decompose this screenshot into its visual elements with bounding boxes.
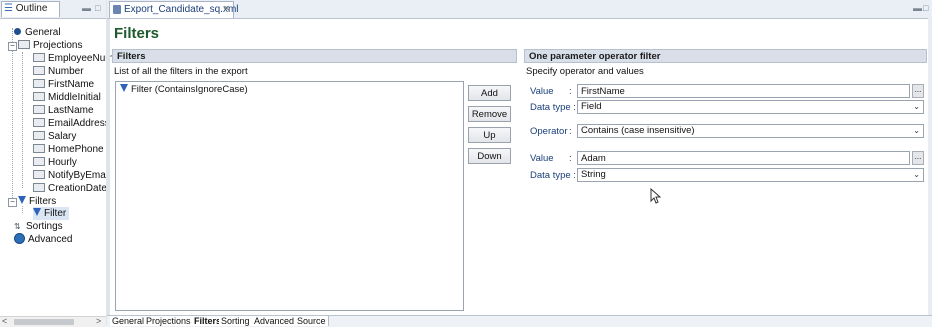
tree-line — [12, 28, 13, 206]
field-icon — [33, 65, 45, 75]
scroll-right-icon[interactable]: > — [96, 316, 101, 326]
value-field[interactable]: Adam — [577, 151, 910, 165]
tab-general[interactable]: General — [110, 316, 148, 326]
collapse-projections-icon[interactable]: − — [8, 42, 17, 51]
tree-item-sortings[interactable]: ⇅ Sortings — [14, 220, 63, 233]
editor-tab[interactable]: Export_Candidate_sq.xml ✕ — [109, 1, 239, 18]
field-icon — [33, 78, 45, 88]
chevron-down-icon: ⌄ — [913, 102, 920, 111]
tree-item-creationdate[interactable]: CreationDate — [33, 182, 107, 195]
tree-item-number[interactable]: Number — [33, 65, 84, 78]
operator-label: Operator — [530, 126, 568, 137]
field-icon — [33, 52, 45, 62]
field-icon — [33, 130, 45, 140]
value-field[interactable]: FirstName — [577, 84, 910, 98]
outline-horizontal-scrollbar[interactable]: < > — [0, 316, 106, 327]
field-icon — [33, 156, 45, 166]
value-label: Value — [530, 86, 554, 97]
outline-tab-bar: ☰ Outline ▬ □ — [0, 0, 106, 19]
editor-minimize-icon[interactable]: ▬ — [913, 3, 922, 13]
browse-value-button[interactable]: ... — [912, 151, 924, 165]
operator-filter-section-header: One parameter operator filter — [524, 49, 927, 63]
tree-item-advanced[interactable]: Advanced — [14, 232, 72, 246]
data-type-label: Data type : — [530, 102, 576, 113]
field-icon — [33, 143, 45, 153]
funnel-icon — [33, 208, 41, 217]
tree-item-firstname[interactable]: FirstName — [33, 78, 94, 91]
tree-item-general[interactable]: General — [14, 26, 61, 39]
globe-icon — [14, 232, 25, 244]
field-icon — [33, 169, 45, 179]
chevron-down-icon: ⌄ — [913, 126, 920, 135]
tree-item-projections[interactable]: Projections — [18, 39, 82, 52]
data-type-label: Data type : — [530, 170, 576, 181]
scrollbar-thumb[interactable] — [14, 319, 74, 325]
list-item[interactable]: Filter (ContainsIgnoreCase) — [120, 84, 248, 95]
colon-label: : — [569, 153, 572, 164]
xml-file-icon — [113, 5, 121, 14]
outline-icon: ☰ — [4, 3, 13, 14]
browse-value-button[interactable]: ... — [912, 84, 924, 98]
close-icon[interactable]: ✕ — [223, 4, 230, 13]
tree-item-salary[interactable]: Salary — [33, 130, 76, 143]
up-button[interactable]: Up — [468, 127, 511, 143]
editor-maximize-icon[interactable]: □ — [923, 3, 928, 13]
tree-item-hourly[interactable]: Hourly — [33, 156, 77, 169]
tab-advanced[interactable]: Advanced — [252, 316, 298, 326]
tree-item-notifybyemail[interactable]: NotifyByEmail — [33, 169, 110, 182]
field-icon — [33, 104, 45, 114]
editor-right-edge — [928, 18, 932, 315]
tree-item-employeenum[interactable]: EmployeeNum — [33, 52, 114, 65]
field-icon — [33, 91, 45, 101]
tab-sorting[interactable]: Sorting — [219, 316, 253, 326]
field-icon — [33, 117, 45, 127]
general-icon — [14, 27, 21, 35]
tree-item-filter[interactable]: Filter — [33, 207, 70, 220]
add-button[interactable]: Add — [468, 85, 511, 101]
colon-label: : — [569, 86, 572, 97]
outline-tab-label[interactable]: ☰ Outline — [4, 3, 47, 14]
operator-filter-description: Specify operator and values — [526, 66, 644, 77]
data-type-select[interactable]: String ⌄ — [577, 168, 924, 182]
filters-section-header: Filters — [112, 49, 517, 63]
down-button[interactable]: Down — [468, 148, 511, 164]
tab-projections[interactable]: Projections — [144, 316, 194, 326]
remove-button[interactable]: Remove — [468, 106, 511, 122]
tree-line — [22, 52, 23, 188]
collapse-filters-icon[interactable]: − — [8, 198, 17, 207]
value-label: Value — [530, 153, 554, 164]
projections-icon — [18, 39, 30, 49]
tab-source[interactable]: Source — [295, 316, 329, 326]
colon-label: : — [569, 126, 572, 137]
funnel-icon — [120, 84, 128, 93]
maximize-icon[interactable]: □ — [95, 3, 100, 13]
tree-item-emailaddress[interactable]: EmailAddress — [33, 117, 110, 130]
tree-item-lastname[interactable]: LastName — [33, 104, 94, 117]
page-title: Filters — [114, 25, 160, 42]
field-icon — [33, 182, 45, 192]
data-type-select[interactable]: Field ⌄ — [577, 100, 924, 114]
scroll-left-icon[interactable]: < — [2, 316, 7, 326]
sort-icon: ⇅ — [14, 222, 21, 231]
filter-list[interactable]: Filter (ContainsIgnoreCase) — [115, 81, 464, 311]
chevron-down-icon: ⌄ — [913, 170, 920, 179]
tree-item-homephone[interactable]: HomePhone — [33, 143, 104, 156]
panel-divider[interactable] — [106, 0, 110, 326]
tree-item-middleinitial[interactable]: MiddleInitial — [33, 91, 101, 104]
operator-select[interactable]: Contains (case insensitive) ⌄ — [577, 124, 924, 138]
minimize-icon[interactable]: ▬ — [82, 3, 91, 13]
filters-section-description: List of all the filters in the export — [114, 66, 248, 77]
funnel-icon — [18, 196, 26, 205]
mouse-cursor-icon — [650, 188, 662, 204]
